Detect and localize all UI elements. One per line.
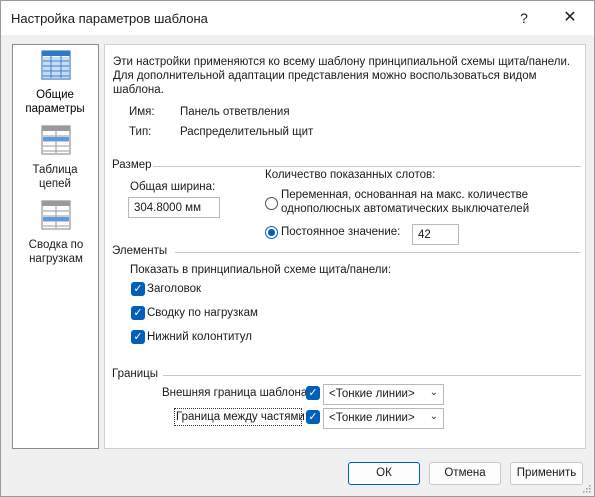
header-checkbox-label: Заголовок bbox=[147, 283, 202, 295]
sidebar-item-general[interactable]: Общие параметры bbox=[13, 50, 98, 116]
grid-table-icon bbox=[41, 50, 70, 80]
outer-border-value: <Тонкие линии> bbox=[329, 388, 415, 400]
general-settings-panel: Эти настройки применяются ко всему шабло… bbox=[104, 44, 586, 449]
borders-group-divider bbox=[163, 375, 581, 376]
fixed-slots-input[interactable] bbox=[412, 224, 459, 245]
sidebar-item-circuit-table[interactable]: Таблица цепей bbox=[13, 125, 98, 191]
type-value: Распределительный щит bbox=[180, 126, 314, 138]
between-border-dropdown[interactable]: <Тонкие линии> ⌄ bbox=[323, 408, 444, 429]
close-button[interactable]: ✕ bbox=[547, 1, 593, 35]
apply-button[interactable]: Применить bbox=[510, 462, 583, 485]
show-in-schedule-label: Показать в принципиальной схеме щита/пан… bbox=[130, 264, 392, 276]
load-summary-checkbox-label: Сводку по нагрузкам bbox=[147, 307, 258, 319]
category-sidebar: Общие параметры Таблица цепей Сводка по … bbox=[12, 44, 99, 449]
header-checkbox[interactable]: ✓ bbox=[131, 282, 145, 296]
radio-variable-label: Переменная, основанная на макс. количест… bbox=[281, 189, 530, 215]
sidebar-item-label: Общие параметры bbox=[25, 89, 85, 115]
dialog-window: Настройка параметров шаблона ? ✕ Общие п… bbox=[0, 0, 595, 497]
resize-grip-icon[interactable] bbox=[581, 483, 591, 493]
footer-checkbox-label: Нижний колонтитул bbox=[147, 331, 252, 343]
chevron-down-icon: ⌄ bbox=[429, 387, 438, 398]
type-label: Тип: bbox=[129, 126, 152, 138]
name-value: Панель ответвления bbox=[180, 106, 290, 118]
cancel-button[interactable]: Отмена bbox=[429, 462, 501, 485]
between-border-label: Граница между частями: bbox=[176, 411, 309, 423]
sidebar-item-label: Таблица цепей bbox=[32, 164, 78, 190]
size-group-divider bbox=[153, 166, 581, 167]
description-text: Эти настройки применяются ко всему шабло… bbox=[113, 56, 571, 96]
window-title: Настройка параметров шаблона bbox=[11, 11, 208, 26]
between-border-value: <Тонкие линии> bbox=[329, 412, 415, 424]
load-summary-checkbox[interactable]: ✓ bbox=[131, 306, 145, 320]
dialog-content: Общие параметры Таблица цепей Сводка по … bbox=[1, 35, 594, 453]
outer-border-dropdown[interactable]: <Тонкие линии> ⌄ bbox=[323, 384, 444, 405]
elements-group-title: Элементы bbox=[112, 245, 168, 257]
help-button[interactable]: ? bbox=[501, 1, 547, 35]
borders-group-title: Границы bbox=[112, 368, 158, 380]
radio-variable-slots[interactable] bbox=[265, 197, 278, 210]
radio-fixed-slots[interactable] bbox=[265, 226, 278, 239]
radio-fixed-label: Постоянное значение: bbox=[281, 226, 401, 238]
total-width-input[interactable] bbox=[128, 197, 220, 218]
outer-border-checkbox[interactable]: ✓ bbox=[306, 386, 320, 400]
footer-checkbox[interactable]: ✓ bbox=[131, 330, 145, 344]
load-summary-icon bbox=[41, 200, 70, 230]
total-width-label: Общая ширина: bbox=[130, 181, 216, 193]
elements-group-divider bbox=[175, 252, 581, 253]
ok-button[interactable]: ОК bbox=[348, 462, 420, 485]
name-label: Имя: bbox=[129, 106, 155, 118]
slots-label: Количество показанных слотов: bbox=[265, 169, 436, 181]
chevron-down-icon: ⌄ bbox=[429, 411, 438, 422]
circuit-table-icon bbox=[41, 125, 70, 155]
sidebar-item-load-summary[interactable]: Сводка по нагрузкам bbox=[13, 200, 98, 266]
title-bar: Настройка параметров шаблона ? ✕ bbox=[1, 1, 594, 35]
outer-border-label: Внешняя граница шаблона: bbox=[162, 387, 311, 399]
sidebar-item-label: Сводка по нагрузкам bbox=[28, 239, 84, 265]
size-group-title: Размер bbox=[112, 159, 152, 171]
between-border-checkbox[interactable]: ✓ bbox=[306, 410, 320, 424]
